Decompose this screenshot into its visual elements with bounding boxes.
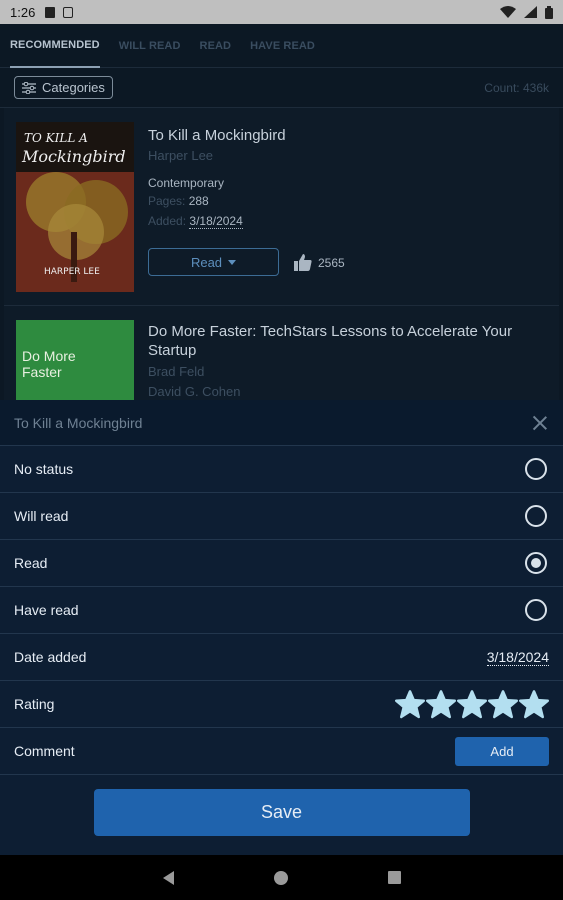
book-pages: Pages: 288 bbox=[148, 194, 209, 208]
option-label: Have read bbox=[14, 602, 79, 618]
cover-author: HARPER LEE bbox=[44, 267, 100, 277]
added-label: Added: bbox=[148, 214, 187, 228]
save-button[interactable]: Save bbox=[93, 789, 470, 836]
option-label: Will read bbox=[14, 508, 69, 524]
rating-row: Rating bbox=[0, 681, 563, 728]
radio-button[interactable] bbox=[525, 505, 547, 527]
status-icons bbox=[500, 5, 553, 19]
close-icon[interactable] bbox=[531, 414, 549, 432]
sheet-title: To Kill a Mockingbird bbox=[14, 414, 143, 431]
option-label: Read bbox=[14, 555, 48, 571]
tab-will-read[interactable]: WILL READ bbox=[119, 24, 181, 68]
likes-count: 2565 bbox=[318, 255, 345, 270]
save-area: Save bbox=[0, 775, 563, 850]
signal-icon bbox=[524, 6, 537, 18]
pages-value: 288 bbox=[188, 194, 209, 208]
home-icon[interactable] bbox=[273, 870, 288, 885]
book-list-screen: RECOMMENDED WILL READ READ HAVE READ Cat… bbox=[0, 24, 563, 400]
book-cover: TO KILL A Mockingbird HARPER LEE bbox=[16, 122, 134, 292]
recents-icon[interactable] bbox=[387, 871, 401, 884]
comment-row: Comment Add bbox=[0, 728, 563, 775]
star-icon[interactable] bbox=[519, 689, 549, 719]
notification-icon bbox=[63, 6, 74, 18]
cover-title-line1: Do More bbox=[22, 348, 76, 364]
comment-label: Comment bbox=[14, 743, 75, 759]
option-no-status[interactable]: No status bbox=[0, 446, 563, 493]
sliders-icon bbox=[22, 81, 36, 94]
book-title[interactable]: To Kill a Mockingbird bbox=[148, 126, 548, 145]
option-read[interactable]: Read bbox=[0, 540, 563, 587]
book-cover: Do More Faster bbox=[16, 320, 134, 400]
book-added: Added: 3/18/2024 bbox=[148, 214, 243, 229]
categories-button[interactable]: Categories bbox=[14, 76, 113, 99]
star-icon[interactable] bbox=[457, 689, 487, 719]
rating-label: Rating bbox=[14, 696, 55, 712]
tab-bar: RECOMMENDED WILL READ READ HAVE READ bbox=[0, 24, 563, 68]
date-added-row: Date added 3/18/2024 bbox=[0, 634, 563, 681]
filter-bar: Categories Count: 436k bbox=[0, 68, 563, 108]
likes[interactable]: 2565 bbox=[294, 254, 345, 271]
book-title[interactable]: Do More Faster: TechStars Lessons to Acc… bbox=[148, 322, 548, 360]
book-item[interactable]: Do More Faster Do More Faster: TechStars… bbox=[4, 306, 559, 400]
radio-button[interactable] bbox=[525, 599, 547, 621]
read-status-button[interactable]: Read bbox=[148, 248, 279, 276]
add-comment-button[interactable]: Add bbox=[455, 736, 549, 766]
cover-title-line2: Mockingbird bbox=[21, 147, 126, 166]
star-icon[interactable] bbox=[395, 689, 425, 719]
option-will-read[interactable]: Will read bbox=[0, 493, 563, 540]
thumbs-up-icon bbox=[294, 254, 312, 271]
back-icon[interactable] bbox=[162, 870, 174, 885]
option-have-read[interactable]: Have read bbox=[0, 587, 563, 634]
cover-title-line1: TO KILL A bbox=[24, 131, 88, 145]
book-author: Brad Feld bbox=[148, 364, 205, 379]
system-nav-bar bbox=[0, 855, 563, 900]
wifi-icon bbox=[500, 6, 516, 18]
tab-have-read[interactable]: HAVE READ bbox=[250, 24, 315, 68]
added-value: 3/18/2024 bbox=[189, 214, 243, 229]
sim-card-icon bbox=[45, 6, 56, 18]
book-author: David G. Cohen bbox=[148, 384, 241, 399]
cover-title-line2: Faster bbox=[22, 364, 62, 380]
book-item[interactable]: TO KILL A Mockingbird HARPER LEE To Kill… bbox=[4, 108, 559, 306]
read-status-label: Read bbox=[190, 254, 223, 270]
date-added-label: Date added bbox=[14, 649, 87, 665]
battery-icon bbox=[545, 5, 553, 19]
status-time: 1:26 bbox=[10, 4, 36, 20]
star-icon[interactable] bbox=[426, 689, 456, 719]
option-label: No status bbox=[14, 461, 74, 477]
categories-label: Categories bbox=[42, 80, 105, 95]
book-author: Harper Lee bbox=[148, 148, 214, 163]
status-bar: 1:26 bbox=[0, 0, 563, 24]
radio-button[interactable] bbox=[525, 458, 547, 480]
star-icon[interactable] bbox=[488, 689, 518, 719]
tab-recommended[interactable]: RECOMMENDED bbox=[10, 24, 100, 68]
pages-label: Pages: bbox=[148, 194, 186, 208]
book-genre: Contemporary bbox=[148, 176, 225, 190]
count-label: Count: 436k bbox=[484, 80, 549, 95]
date-added-value[interactable]: 3/18/2024 bbox=[486, 649, 549, 666]
tab-read[interactable]: READ bbox=[200, 24, 232, 68]
status-bottom-sheet: To Kill a Mockingbird No status Will rea… bbox=[0, 400, 563, 855]
radio-button-selected[interactable] bbox=[525, 552, 547, 574]
sheet-header: To Kill a Mockingbird bbox=[0, 400, 563, 446]
rating-stars[interactable] bbox=[395, 689, 549, 719]
caret-down-icon bbox=[228, 259, 237, 265]
